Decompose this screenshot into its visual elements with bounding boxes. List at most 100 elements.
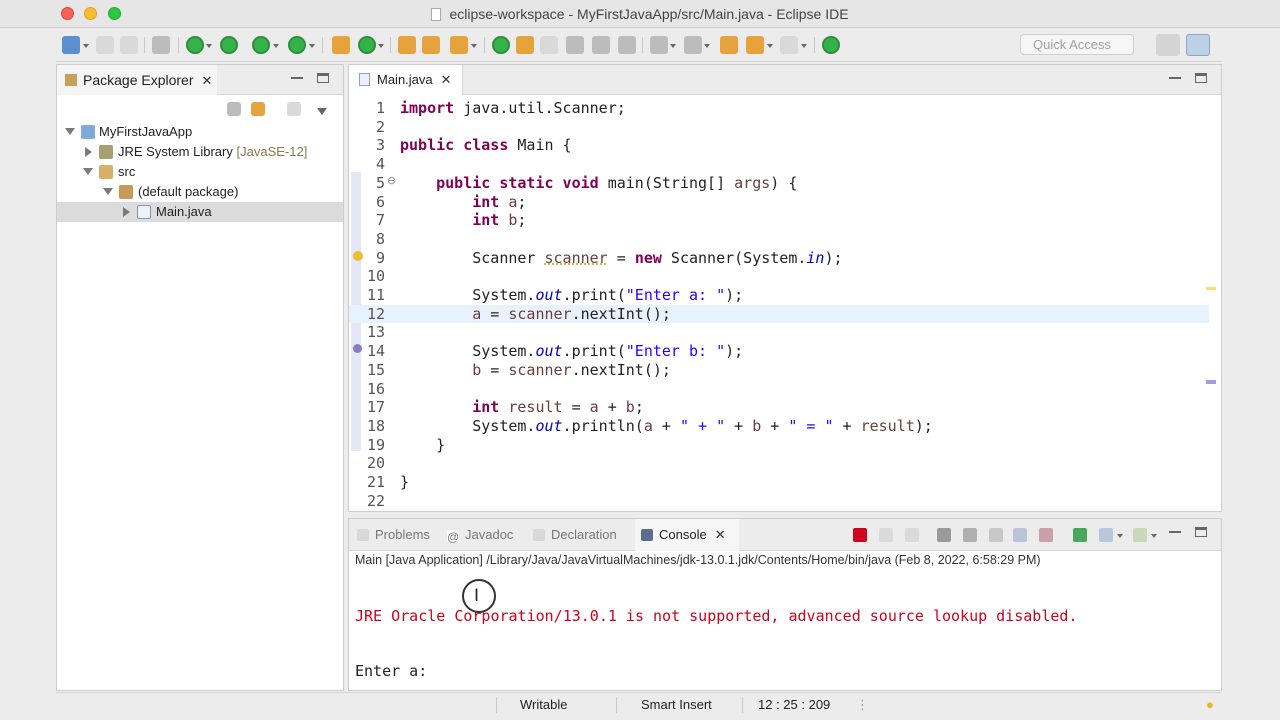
code-line[interactable]: 1 import java.util.Scanner; <box>349 99 1209 118</box>
code-line[interactable]: 7 int b; <box>349 211 1209 230</box>
tree-item-main-java[interactable]: Main.java <box>57 202 343 222</box>
code-line-text[interactable]: System.out.print("Enter b: "); <box>400 342 743 360</box>
remove-launch-icon[interactable] <box>879 528 893 542</box>
new-java-class-icon[interactable] <box>358 36 376 54</box>
last-edit-location-icon[interactable] <box>720 36 738 54</box>
maximize-icon[interactable] <box>1195 527 1207 537</box>
package-explorer-tab[interactable]: Package Explorer ✕ <box>57 65 217 95</box>
fold-collapse-icon[interactable]: ⊖ <box>387 174 396 187</box>
code-line[interactable]: 17 int result = a + b; <box>349 398 1209 417</box>
minimize-icon[interactable] <box>291 73 303 79</box>
run-icon[interactable] <box>220 36 238 54</box>
tree-item-default-package[interactable]: (default package) <box>57 182 343 202</box>
external-tools-icon[interactable] <box>288 36 306 54</box>
link-with-editor-icon[interactable] <box>251 102 265 116</box>
tree-item-src[interactable]: src <box>57 162 343 182</box>
tab-javadoc[interactable]: @ Javadoc <box>447 519 531 551</box>
code-line-text[interactable]: a = scanner.nextInt(); <box>400 305 671 323</box>
next-annotation-icon[interactable] <box>650 36 668 54</box>
maximize-icon[interactable] <box>1195 73 1207 83</box>
code-line[interactable]: 8 <box>349 230 1209 249</box>
code-line[interactable]: 18 System.out.println(a + " + " + b + " … <box>349 417 1209 436</box>
chevron-down-icon[interactable] <box>309 44 315 48</box>
open-perspective-icon[interactable] <box>1156 34 1180 56</box>
display-selected-console-icon[interactable] <box>1099 528 1113 542</box>
chevron-down-icon[interactable] <box>1117 534 1123 538</box>
mark-occurrences-icon[interactable] <box>492 36 510 54</box>
collapse-all-icon[interactable] <box>227 102 241 116</box>
code-line[interactable]: 12 a = scanner.nextInt(); <box>349 304 1209 324</box>
chevron-down-icon[interactable] <box>801 44 807 48</box>
code-line[interactable]: 3 public class Main { <box>349 136 1209 155</box>
show-on-stderr-icon[interactable] <box>1039 528 1053 542</box>
remove-all-terminated-icon[interactable] <box>905 528 919 542</box>
tree-item-jre-library[interactable]: JRE System Library [JavaSE-12] <box>57 142 343 162</box>
code-line-text[interactable]: public class Main { <box>400 136 572 154</box>
debug-icon[interactable] <box>186 36 204 54</box>
open-console-icon[interactable] <box>1133 528 1147 542</box>
console-prompt-line[interactable]: Enter a: <box>355 662 1077 680</box>
chevron-down-icon[interactable] <box>670 44 676 48</box>
editor-tab-main-java[interactable]: Main.java ✕ <box>349 65 463 95</box>
focus-icon[interactable] <box>287 102 301 116</box>
clear-console-icon[interactable] <box>937 528 951 542</box>
warning-marker-icon[interactable] <box>353 251 363 261</box>
chevron-down-icon[interactable] <box>206 44 212 48</box>
java-perspective-icon[interactable] <box>1186 34 1210 56</box>
code-line[interactable]: 10 <box>349 267 1209 286</box>
chevron-down-icon[interactable] <box>65 128 75 135</box>
overview-warning-marker[interactable] <box>1206 287 1216 290</box>
coverage-icon[interactable] <box>252 36 270 54</box>
code-line-text[interactable]: System.out.println(a + " + " + b + " = "… <box>400 417 933 435</box>
overview-occurrence-marker[interactable] <box>1206 380 1216 384</box>
word-wrap-icon[interactable] <box>540 36 558 54</box>
show-whitespace-icon[interactable] <box>592 36 610 54</box>
code-line[interactable]: 20 <box>349 454 1209 473</box>
code-line[interactable]: 13 <box>349 323 1209 342</box>
previous-annotation-icon[interactable] <box>684 36 702 54</box>
save-icon[interactable] <box>96 36 114 54</box>
chevron-down-icon[interactable] <box>378 44 384 48</box>
minimize-icon[interactable] <box>1169 527 1181 533</box>
pin-console-icon[interactable] <box>1073 528 1087 542</box>
chevron-down-icon[interactable] <box>83 168 93 175</box>
scroll-lock-icon[interactable] <box>963 528 977 542</box>
chevron-down-icon[interactable] <box>704 44 710 48</box>
close-icon[interactable]: ✕ <box>202 73 213 89</box>
code-line-text[interactable]: import java.util.Scanner; <box>400 99 626 117</box>
new-wizard-icon[interactable] <box>62 36 80 54</box>
chevron-down-icon[interactable] <box>471 44 477 48</box>
code-line-text[interactable]: Scanner scanner = new Scanner(System.in)… <box>400 249 842 267</box>
code-line[interactable]: 6 int a; <box>349 193 1209 212</box>
chevron-down-icon[interactable] <box>273 44 279 48</box>
minimize-icon[interactable] <box>1169 73 1181 79</box>
code-line[interactable]: 15 b = scanner.nextInt(); <box>349 361 1209 380</box>
chevron-down-icon[interactable] <box>1151 534 1157 538</box>
code-line-text[interactable]: } <box>400 436 445 454</box>
tab-console[interactable]: Console ✕ <box>635 519 739 551</box>
code-line[interactable]: 21} <box>349 473 1209 492</box>
code-line-text[interactable]: } <box>400 473 409 491</box>
code-line[interactable]: 11 System.out.print("Enter a: "); <box>349 286 1209 305</box>
view-menu-chevron-icon[interactable] <box>317 108 327 115</box>
forward-icon[interactable] <box>780 36 798 54</box>
code-line-text[interactable]: int b; <box>400 211 526 229</box>
open-type-icon[interactable] <box>398 36 416 54</box>
chevron-right-icon[interactable] <box>123 207 130 217</box>
quick-access-input[interactable]: Quick Access <box>1020 34 1134 55</box>
code-editor[interactable]: 1 import java.util.Scanner; 2 3 public class… <box>349 97 1221 511</box>
code-line[interactable]: 4 <box>349 155 1209 174</box>
code-line[interactable]: 2 <box>349 118 1209 137</box>
code-line[interactable]: 22 <box>349 492 1209 511</box>
close-icon[interactable]: ✕ <box>441 72 452 88</box>
chevron-down-icon[interactable] <box>83 44 89 48</box>
code-line-text[interactable]: public static void main(String[] args) { <box>400 174 797 192</box>
open-folder-icon[interactable] <box>422 36 440 54</box>
tree-item-project[interactable]: MyFirstJavaApp <box>57 122 343 142</box>
skip-breakpoints-icon[interactable] <box>152 36 170 54</box>
pilcrow-icon[interactable] <box>618 36 636 54</box>
chevron-down-icon[interactable] <box>767 44 773 48</box>
search-icon[interactable] <box>450 36 468 54</box>
chevron-down-icon[interactable] <box>103 188 113 195</box>
code-line[interactable]: 5 public static void main(String[] args)… <box>349 174 1209 193</box>
